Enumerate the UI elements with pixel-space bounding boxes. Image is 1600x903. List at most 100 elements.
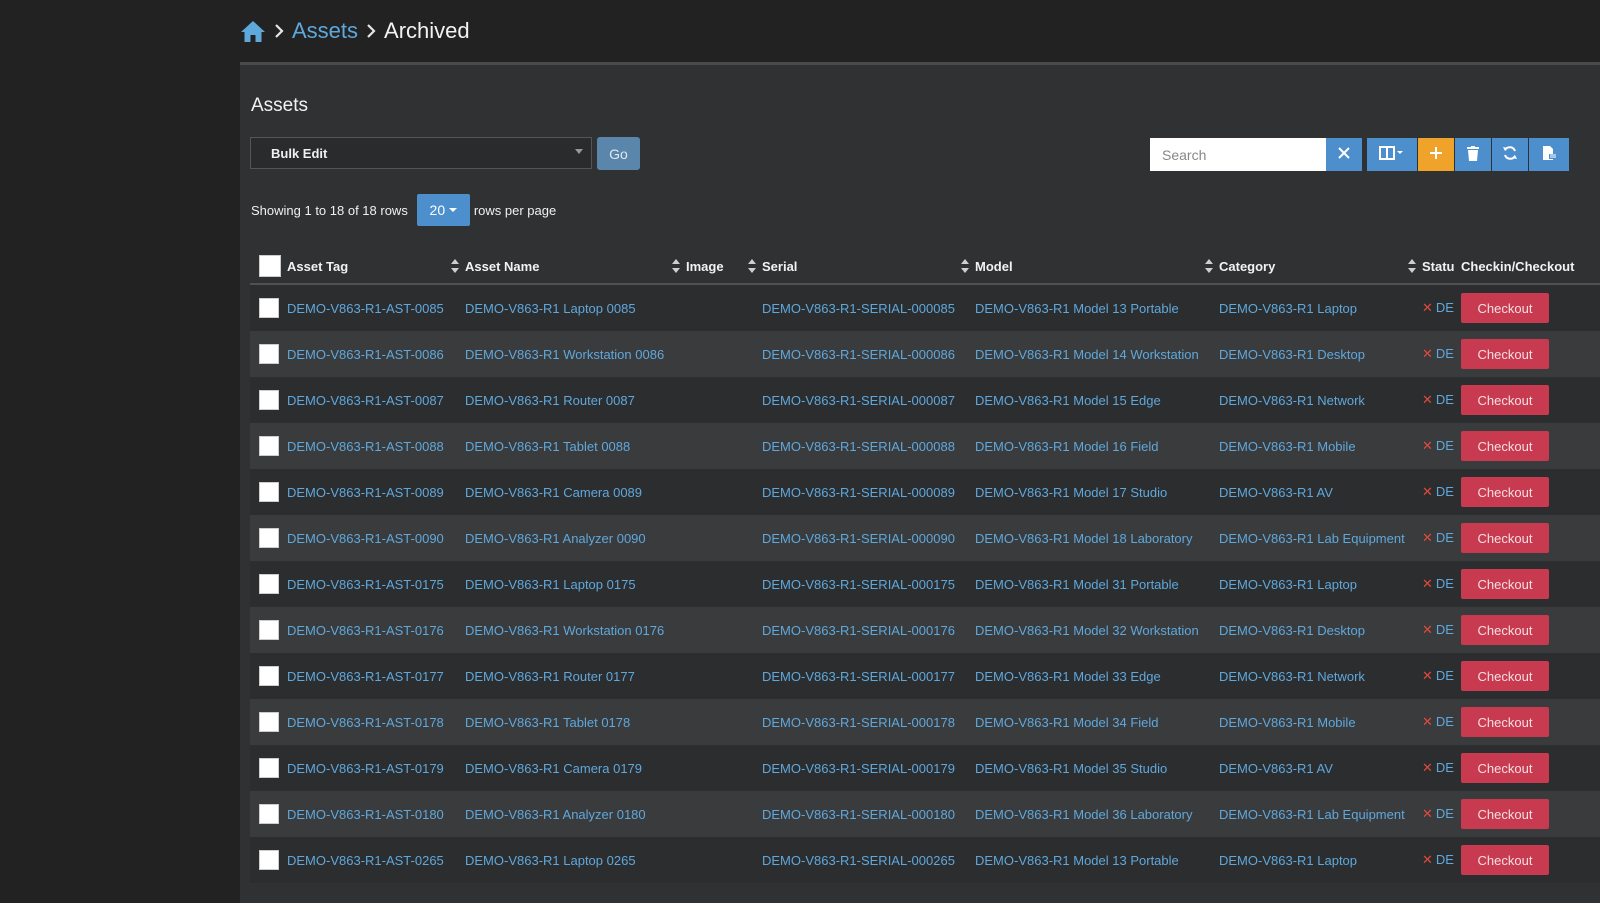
status-label[interactable]: DE <box>1436 346 1454 361</box>
serial-link[interactable]: DEMO-V863-R1-SERIAL-000178 <box>762 715 955 730</box>
row-checkbox[interactable] <box>259 574 279 594</box>
serial-link[interactable]: DEMO-V863-R1-SERIAL-000175 <box>762 577 955 592</box>
model-link[interactable]: DEMO-V863-R1 Model 15 Edge <box>975 393 1161 408</box>
category-link[interactable]: DEMO-V863-R1 AV <box>1219 761 1333 776</box>
column-header-serial[interactable]: Serial <box>762 249 975 285</box>
model-link[interactable]: DEMO-V863-R1 Model 35 Studio <box>975 761 1167 776</box>
model-link[interactable]: DEMO-V863-R1 Model 17 Studio <box>975 485 1167 500</box>
asset-tag-link[interactable]: DEMO-V863-R1-AST-0177 <box>287 669 444 684</box>
asset-name-link[interactable]: DEMO-V863-R1 Laptop 0265 <box>465 853 636 868</box>
columns-toggle-button[interactable] <box>1367 138 1417 171</box>
row-checkbox[interactable] <box>259 528 279 548</box>
row-checkbox[interactable] <box>259 712 279 732</box>
category-link[interactable]: DEMO-V863-R1 Laptop <box>1219 577 1357 592</box>
column-header-status[interactable]: Statu <box>1422 249 1461 285</box>
status-label[interactable]: DE <box>1436 806 1454 821</box>
model-link[interactable]: DEMO-V863-R1 Model 14 Workstation <box>975 347 1199 362</box>
row-checkbox[interactable] <box>259 850 279 870</box>
checkout-button[interactable]: Checkout <box>1461 385 1549 415</box>
status-label[interactable]: DE <box>1436 760 1454 775</box>
checkout-button[interactable]: Checkout <box>1461 523 1549 553</box>
checkout-button[interactable]: Checkout <box>1461 799 1549 829</box>
row-checkbox[interactable] <box>259 298 279 318</box>
serial-link[interactable]: DEMO-V863-R1-SERIAL-000176 <box>762 623 955 638</box>
status-label[interactable]: DE <box>1436 576 1454 591</box>
status-label[interactable]: DE <box>1436 438 1454 453</box>
asset-name-link[interactable]: DEMO-V863-R1 Tablet 0178 <box>465 715 630 730</box>
asset-name-link[interactable]: DEMO-V863-R1 Analyzer 0180 <box>465 807 646 822</box>
row-checkbox[interactable] <box>259 482 279 502</box>
asset-tag-link[interactable]: DEMO-V863-R1-AST-0175 <box>287 577 444 592</box>
checkout-button[interactable]: Checkout <box>1461 569 1549 599</box>
asset-tag-link[interactable]: DEMO-V863-R1-AST-0089 <box>287 485 444 500</box>
asset-name-link[interactable]: DEMO-V863-R1 Analyzer 0090 <box>465 531 646 546</box>
rows-per-page-select[interactable]: 20 <box>416 194 470 226</box>
asset-name-link[interactable]: DEMO-V863-R1 Laptop 0175 <box>465 577 636 592</box>
asset-tag-link[interactable]: DEMO-V863-R1-AST-0180 <box>287 807 444 822</box>
row-checkbox[interactable] <box>259 758 279 778</box>
asset-tag-link[interactable]: DEMO-V863-R1-AST-0176 <box>287 623 444 638</box>
status-label[interactable]: DE <box>1436 300 1454 315</box>
row-checkbox[interactable] <box>259 344 279 364</box>
model-link[interactable]: DEMO-V863-R1 Model 13 Portable <box>975 853 1179 868</box>
asset-name-link[interactable]: DEMO-V863-R1 Workstation 0086 <box>465 347 664 362</box>
asset-name-link[interactable]: DEMO-V863-R1 Workstation 0176 <box>465 623 664 638</box>
asset-name-link[interactable]: DEMO-V863-R1 Camera 0089 <box>465 485 642 500</box>
asset-tag-link[interactable]: DEMO-V863-R1-AST-0085 <box>287 301 444 316</box>
model-link[interactable]: DEMO-V863-R1 Model 33 Edge <box>975 669 1161 684</box>
category-link[interactable]: DEMO-V863-R1 Laptop <box>1219 301 1357 316</box>
home-icon[interactable] <box>240 18 266 44</box>
column-header-category[interactable]: Category <box>1219 249 1422 285</box>
row-checkbox[interactable] <box>259 390 279 410</box>
refresh-button[interactable] <box>1492 138 1528 171</box>
export-button[interactable] <box>1529 138 1569 171</box>
serial-link[interactable]: DEMO-V863-R1-SERIAL-000086 <box>762 347 955 362</box>
asset-tag-link[interactable]: DEMO-V863-R1-AST-0265 <box>287 853 444 868</box>
category-link[interactable]: DEMO-V863-R1 Lab Equipment <box>1219 531 1405 546</box>
serial-link[interactable]: DEMO-V863-R1-SERIAL-000180 <box>762 807 955 822</box>
status-label[interactable]: DE <box>1436 852 1454 867</box>
serial-link[interactable]: DEMO-V863-R1-SERIAL-000179 <box>762 761 955 776</box>
asset-name-link[interactable]: DEMO-V863-R1 Router 0087 <box>465 393 635 408</box>
delete-button[interactable] <box>1455 138 1491 171</box>
search-input[interactable] <box>1150 138 1326 171</box>
checkout-button[interactable]: Checkout <box>1461 753 1549 783</box>
category-link[interactable]: DEMO-V863-R1 Mobile <box>1219 439 1356 454</box>
bulk-actions-select[interactable]: Bulk Edit <box>250 137 592 169</box>
category-link[interactable]: DEMO-V863-R1 AV <box>1219 485 1333 500</box>
checkout-button[interactable]: Checkout <box>1461 661 1549 691</box>
checkout-button[interactable]: Checkout <box>1461 431 1549 461</box>
row-checkbox[interactable] <box>259 804 279 824</box>
asset-tag-link[interactable]: DEMO-V863-R1-AST-0178 <box>287 715 444 730</box>
status-label[interactable]: DE <box>1436 668 1454 683</box>
status-label[interactable]: DE <box>1436 530 1454 545</box>
category-link[interactable]: DEMO-V863-R1 Network <box>1219 393 1365 408</box>
model-link[interactable]: DEMO-V863-R1 Model 16 Field <box>975 439 1159 454</box>
row-checkbox[interactable] <box>259 666 279 686</box>
checkout-button[interactable]: Checkout <box>1461 615 1549 645</box>
serial-link[interactable]: DEMO-V863-R1-SERIAL-000085 <box>762 301 955 316</box>
serial-link[interactable]: DEMO-V863-R1-SERIAL-000090 <box>762 531 955 546</box>
serial-link[interactable]: DEMO-V863-R1-SERIAL-000088 <box>762 439 955 454</box>
model-link[interactable]: DEMO-V863-R1 Model 36 Laboratory <box>975 807 1193 822</box>
category-link[interactable]: DEMO-V863-R1 Network <box>1219 669 1365 684</box>
column-header-model[interactable]: Model <box>975 249 1219 285</box>
category-link[interactable]: DEMO-V863-R1 Desktop <box>1219 623 1365 638</box>
go-button[interactable]: Go <box>597 137 640 170</box>
asset-tag-link[interactable]: DEMO-V863-R1-AST-0179 <box>287 761 444 776</box>
asset-name-link[interactable]: DEMO-V863-R1 Laptop 0085 <box>465 301 636 316</box>
row-checkbox[interactable] <box>259 436 279 456</box>
column-header-image[interactable]: Image <box>686 249 762 285</box>
asset-name-link[interactable]: DEMO-V863-R1 Camera 0179 <box>465 761 642 776</box>
category-link[interactable]: DEMO-V863-R1 Laptop <box>1219 853 1357 868</box>
serial-link[interactable]: DEMO-V863-R1-SERIAL-000089 <box>762 485 955 500</box>
asset-name-link[interactable]: DEMO-V863-R1 Tablet 0088 <box>465 439 630 454</box>
status-label[interactable]: DE <box>1436 714 1454 729</box>
row-checkbox[interactable] <box>259 620 279 640</box>
checkout-button[interactable]: Checkout <box>1461 477 1549 507</box>
model-link[interactable]: DEMO-V863-R1 Model 34 Field <box>975 715 1159 730</box>
asset-tag-link[interactable]: DEMO-V863-R1-AST-0086 <box>287 347 444 362</box>
asset-tag-link[interactable]: DEMO-V863-R1-AST-0090 <box>287 531 444 546</box>
breadcrumb-assets-link[interactable]: Assets <box>292 18 358 44</box>
column-header-asset-name[interactable]: Asset Name <box>465 249 686 285</box>
